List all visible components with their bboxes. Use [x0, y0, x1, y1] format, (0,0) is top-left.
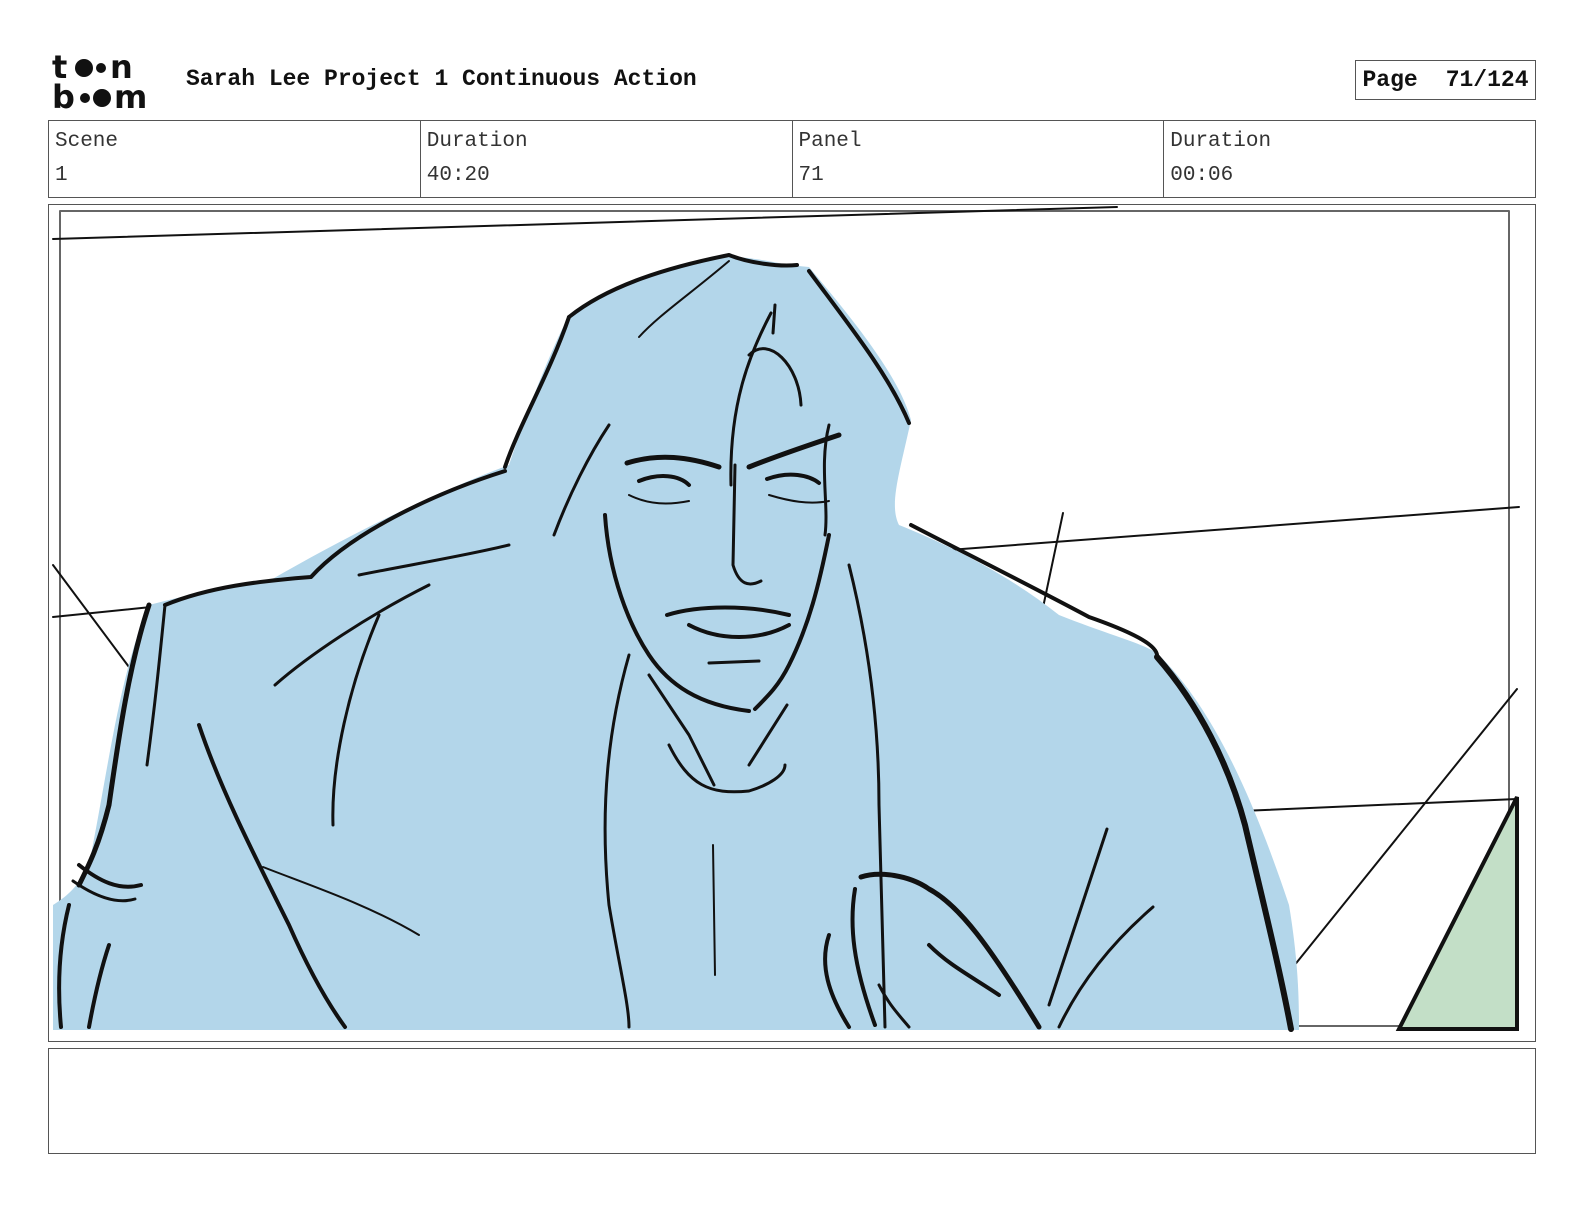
bg-line-left — [52, 606, 152, 618]
scene-value: 1 — [55, 164, 68, 187]
panel-duration-label: Duration — [1170, 130, 1272, 153]
panel-value: 71 — [798, 164, 824, 187]
scene-duration-label: Duration — [426, 130, 528, 153]
page-label: Page — [1362, 67, 1418, 93]
panel-duration-cell: Duration 00:06 — [1164, 121, 1535, 197]
scene-cell: Scene 1 — [49, 121, 421, 197]
storyboard-panel — [48, 204, 1536, 1042]
page-number: 71/124 — [1445, 67, 1529, 93]
project-title: Sarah Lee Project 1 Continuous Action — [186, 66, 697, 92]
panel-info-table: Scene 1 Duration 40:20 Panel 71 Duration… — [48, 120, 1536, 198]
scene-label: Scene — [55, 130, 119, 153]
scene-duration-cell: Duration 40:20 — [421, 121, 793, 197]
caption-area — [48, 1048, 1536, 1154]
svg-text:b: b — [52, 78, 75, 112]
hair-part — [771, 303, 777, 335]
toon-boom-logo: t n b m — [52, 50, 147, 112]
bg-line-right-top — [908, 506, 1520, 554]
chin-line — [707, 659, 761, 665]
background-object — [1395, 796, 1519, 1031]
svg-text:m: m — [114, 78, 147, 112]
panel-duration-value: 00:06 — [1170, 164, 1234, 187]
scene-duration-value: 40:20 — [426, 164, 490, 187]
panel-drawing — [52, 206, 1520, 1032]
bg-line-lower-right — [1240, 798, 1518, 812]
page-indicator: Page 71/124 — [1355, 60, 1536, 100]
character-fill — [53, 257, 1299, 1030]
panel-cell: Panel 71 — [793, 121, 1165, 197]
panel-label: Panel — [798, 130, 862, 153]
